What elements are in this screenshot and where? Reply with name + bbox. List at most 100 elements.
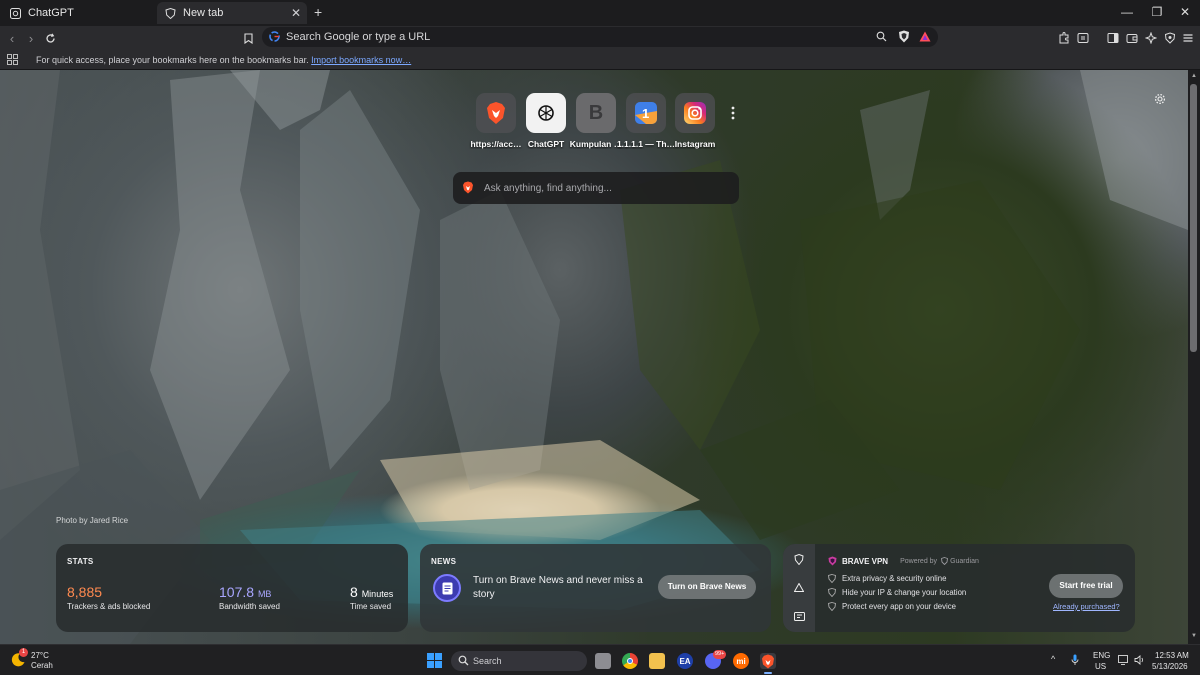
sidebar-icon[interactable] — [1105, 30, 1121, 46]
brave-shields-icon[interactable] — [898, 30, 910, 43]
check-shield-icon — [828, 574, 836, 583]
vpn-feature-text: Extra privacy & security online — [842, 574, 947, 583]
scroll-up-arrow-icon[interactable]: ▲ — [1191, 73, 1197, 79]
address-bar[interactable]: Search Google or type a URL — [262, 27, 938, 47]
extensions-icon[interactable] — [1056, 30, 1072, 46]
vpn-shield-icon[interactable] — [794, 554, 804, 565]
new-tab-button[interactable]: + — [314, 5, 322, 19]
network-icon[interactable] — [1118, 655, 1130, 665]
language-code[interactable]: ENG — [1093, 651, 1110, 660]
tab-chatgpt[interactable]: ChatGPT — [2, 2, 152, 24]
chatgpt-icon — [10, 7, 21, 19]
weather-widget[interactable]: 1 27°C Cerah — [10, 648, 70, 672]
clock-date[interactable]: 5/13/2026 — [1152, 662, 1188, 671]
trackers-label: Trackers & ads blocked — [67, 602, 151, 611]
cloudflare-one-icon: 1 — [634, 101, 658, 125]
bandwidth-unit: MB — [257, 589, 272, 599]
time-value: 8 — [350, 584, 358, 600]
bookmark-icon[interactable] — [240, 30, 256, 46]
weather-temp: 27°C — [31, 651, 49, 660]
discord-badge: 99+ — [713, 650, 727, 659]
vpn-feature: Hide your IP & change your location — [828, 588, 966, 597]
leo-ai-icon[interactable] — [1143, 30, 1159, 46]
chrome-icon[interactable] — [622, 653, 638, 669]
brave-vpn-logo-icon — [828, 556, 837, 566]
bookmarks-message-text: For quick access, place your bookmarks h… — [36, 55, 309, 65]
top-site-cloudflare[interactable]: 1 — [626, 93, 666, 133]
windows-taskbar: 1 27°C Cerah Search EA 99+ mi ^ ENG US 1… — [0, 644, 1200, 675]
forward-icon[interactable]: › — [23, 30, 39, 46]
news-card: NEWS Turn on Brave News and never miss a… — [420, 544, 771, 632]
time-unit: Minutes — [361, 589, 394, 599]
zoom-icon[interactable] — [876, 31, 887, 42]
tab-label: New tab — [183, 7, 224, 19]
bandwidth-value: 107.8 — [219, 584, 255, 600]
address-input[interactable]: Search Google or type a URL — [286, 31, 430, 43]
stats-title: STATS — [67, 557, 94, 566]
weather-desc: Cerah — [31, 661, 53, 670]
top-sites-more-icon[interactable] — [731, 106, 735, 120]
brave-lion-icon — [485, 101, 507, 125]
scroll-down-arrow-icon[interactable]: ▼ — [1191, 633, 1197, 639]
volume-icon[interactable] — [1134, 655, 1145, 665]
bookmarks-bar: For quick access, place your bookmarks h… — [0, 50, 1200, 70]
microphone-icon[interactable] — [1071, 654, 1079, 666]
taskbar-search[interactable]: Search — [451, 651, 587, 671]
taskbar-search-label: Search — [473, 656, 502, 666]
already-purchased-link[interactable]: Already purchased? — [1053, 602, 1120, 611]
news-title: NEWS — [431, 557, 457, 566]
scrollbar-thumb[interactable] — [1190, 84, 1197, 352]
brave-search-icon — [462, 181, 474, 194]
close-window-button[interactable]: ✕ — [1178, 5, 1192, 19]
search-input[interactable]: Ask anything, find anything... — [484, 183, 612, 194]
vpn-feature: Extra privacy & security online — [828, 574, 946, 583]
google-icon — [269, 31, 280, 42]
tray-overflow-icon[interactable]: ^ — [1051, 654, 1055, 664]
task-view-icon[interactable] — [595, 653, 611, 669]
brave-shield-icon — [165, 7, 176, 19]
top-site-kumpulan[interactable]: B — [576, 93, 616, 133]
talk-camera-icon[interactable] — [794, 612, 805, 621]
check-shield-icon — [828, 602, 836, 611]
customize-gear-icon[interactable] — [1154, 93, 1166, 105]
clock-time[interactable]: 12:53 AM — [1155, 651, 1189, 660]
news-message: Turn on Brave News and never miss a stor… — [473, 575, 643, 600]
back-icon[interactable]: ‹ — [4, 30, 20, 46]
minimize-button[interactable]: — — [1120, 5, 1134, 19]
ea-app-icon[interactable]: EA — [677, 653, 693, 669]
menu-icon[interactable] — [1180, 30, 1196, 46]
vpn-shield-icon[interactable] — [1162, 30, 1178, 46]
time-label: Time saved — [350, 602, 392, 611]
file-explorer-icon[interactable] — [649, 653, 665, 669]
new-tab-search-box[interactable]: Ask anything, find anything... — [453, 172, 739, 204]
tab-strip: ChatGPT New tab ✕ + — ❐ ✕ — [0, 0, 1200, 26]
bandwidth-label: Bandwidth saved — [219, 602, 280, 611]
photo-credit[interactable]: Photo by Jared Rice — [56, 516, 128, 525]
trackers-count: 8,885 — [67, 584, 103, 600]
region-code[interactable]: US — [1095, 662, 1106, 671]
start-free-trial-button[interactable]: Start free trial — [1049, 574, 1123, 598]
brave-rewards-icon[interactable] — [919, 31, 931, 42]
reload-icon[interactable] — [42, 30, 58, 46]
mi-app-icon[interactable]: mi — [733, 653, 749, 669]
crypto-wallet-icon[interactable] — [1124, 30, 1140, 46]
tab-new-tab[interactable]: New tab ✕ — [157, 2, 307, 24]
turn-on-news-button[interactable]: Turn on Brave News — [658, 575, 756, 599]
import-bookmarks-link[interactable]: Import bookmarks now… — [311, 55, 411, 65]
restore-button[interactable]: ❐ — [1150, 5, 1164, 19]
instagram-icon — [683, 101, 707, 125]
top-site-chatgpt[interactable] — [526, 93, 566, 133]
close-tab-icon[interactable]: ✕ — [291, 6, 301, 20]
apps-grid-icon[interactable] — [7, 54, 18, 65]
top-site-brave[interactable] — [476, 93, 516, 133]
start-button[interactable] — [427, 653, 442, 668]
bookmarks-empty-message: For quick access, place your bookmarks h… — [36, 55, 411, 65]
guardian-icon — [941, 557, 949, 565]
svg-text:1: 1 — [642, 106, 649, 121]
top-site-instagram[interactable] — [675, 93, 715, 133]
bandwidth-value-group: 107.8 MB — [219, 584, 271, 600]
rewards-triangle-icon[interactable] — [794, 583, 804, 592]
brave-browser-icon[interactable] — [760, 653, 776, 669]
time-value-group: 8 Minutes — [350, 584, 393, 600]
wallet-icon[interactable] — [1075, 30, 1091, 46]
